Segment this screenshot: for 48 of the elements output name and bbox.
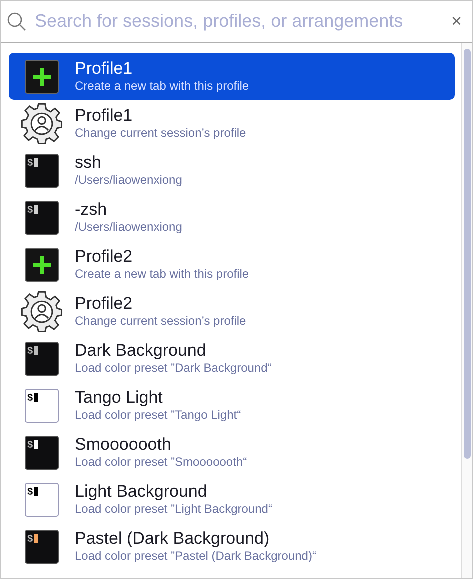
item-title: -zsh	[75, 200, 108, 220]
item-title: Dark Background	[75, 341, 208, 361]
item-subtitle: Create a new tab with this profile	[75, 267, 250, 282]
gear-icon	[20, 102, 64, 146]
list-item[interactable]: Profile1 Change current session’s profile	[9, 100, 455, 147]
gear-icon	[20, 290, 64, 334]
item-title: Profile2	[75, 247, 134, 267]
list-item[interactable]: Profile2 Change current session’s profile	[9, 288, 455, 335]
prompt-sign: $	[28, 392, 34, 404]
item-title: Light Background	[75, 482, 208, 502]
search-field[interactable]: Search for sessions, profiles, or arrangements	[35, 11, 440, 32]
item-title: Tango Light	[75, 388, 164, 408]
item-title: Profile2	[75, 294, 134, 314]
clear-button[interactable]: ×	[447, 11, 466, 32]
prompt-sign: $	[28, 486, 34, 498]
item-subtitle: Change current session’s profile	[75, 126, 246, 141]
item-title: ssh	[75, 153, 102, 173]
prompt-sign: $	[28, 440, 34, 450]
prompt-sign: $	[28, 158, 34, 168]
scrollbar-thumb[interactable]	[464, 49, 471, 459]
item-title: Profile1	[75, 59, 134, 79]
item-title: Profile1	[75, 106, 134, 126]
list-item[interactable]: Profile1 Create a new tab with this profile	[9, 53, 455, 100]
list-item[interactable]: $ Light Background Load color preset ”Light Background“	[9, 476, 455, 523]
item-subtitle: /Users/liaowenxiong	[75, 220, 182, 235]
item-subtitle: Load color preset ”Pastel (Dark Background)“	[75, 549, 316, 564]
list-item[interactable]: $ Smooooooth Load color preset ”Smooooooth“	[9, 429, 455, 476]
list-item[interactable]: Profile2 Create a new tab with this profile	[9, 241, 455, 288]
item-subtitle: Create a new tab with this profile	[75, 79, 250, 94]
list-item[interactable]: $ Dark Background Load color preset ”Dark Background“	[9, 335, 455, 382]
item-subtitle: Load color preset ”Tango Light“	[75, 408, 242, 423]
item-subtitle: Load color preset ”Dark Background“	[75, 361, 272, 376]
item-title: Smooooooth	[75, 435, 172, 455]
plus-icon	[25, 60, 59, 94]
list-item[interactable]: $ Tango Light Load color preset ”Tango Light“	[9, 382, 455, 429]
prompt-sign: $	[28, 346, 34, 356]
item-title: Pastel (Dark Background)	[75, 529, 271, 549]
item-subtitle: Change current session’s profile	[75, 314, 246, 329]
list-item[interactable]: $ Pastel (Dark Background) Load color preset ”Pastel (Dark Background)“	[9, 523, 455, 570]
list-item[interactable]: $ -zsh /Users/liaowenxiong	[9, 194, 455, 241]
list-item[interactable]: $ ssh /Users/liaowenxiong	[9, 147, 455, 194]
plus-icon	[25, 248, 59, 282]
item-subtitle: Load color preset ”Light Background“	[75, 502, 272, 517]
prompt-sign: $	[28, 204, 34, 216]
item-subtitle: Load color preset ”Smooooooth“	[75, 455, 248, 470]
prompt-sign: $	[28, 534, 34, 544]
item-subtitle: /Users/liaowenxiong	[75, 173, 182, 188]
search-icon	[7, 12, 27, 32]
